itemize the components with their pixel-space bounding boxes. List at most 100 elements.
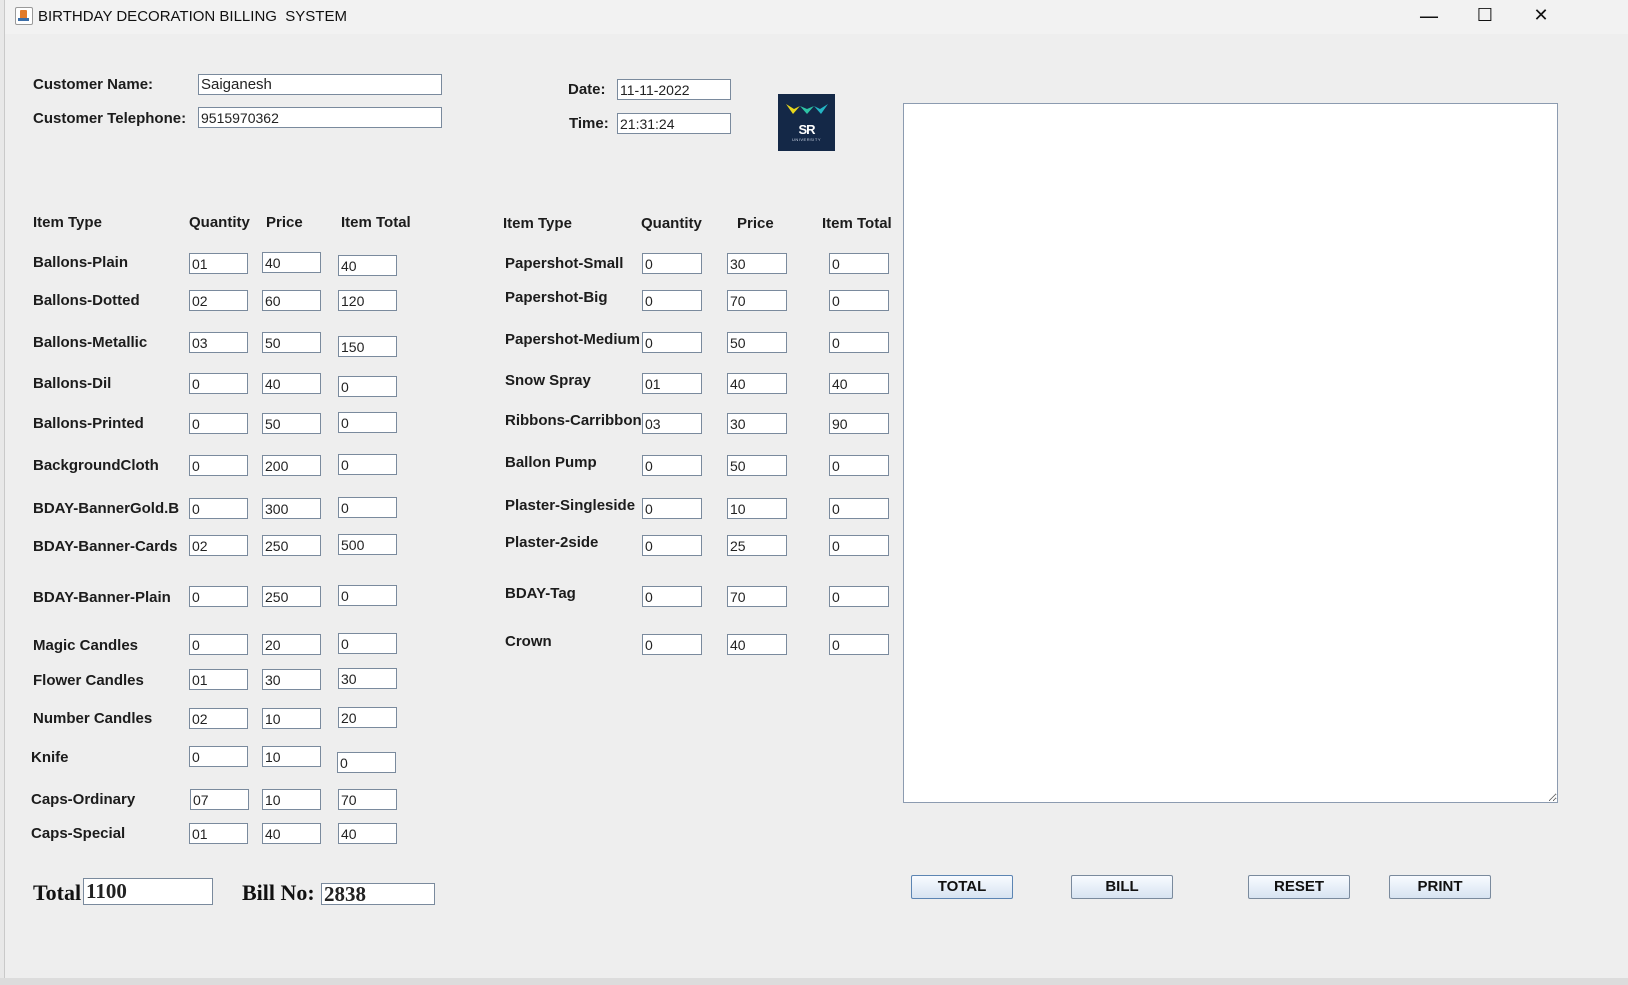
price-input[interactable] [262, 634, 321, 655]
item-total-input[interactable] [829, 535, 889, 556]
price-input[interactable] [262, 252, 321, 273]
item-total-input[interactable] [338, 454, 397, 475]
price-input[interactable] [262, 789, 321, 810]
price-input[interactable] [262, 669, 321, 690]
qty-input[interactable] [189, 669, 248, 690]
price-input[interactable] [262, 823, 321, 844]
minimize-icon[interactable]: — [1401, 0, 1457, 32]
qty-input[interactable] [189, 746, 248, 767]
qty-input[interactable] [189, 253, 248, 274]
qty-input[interactable] [642, 498, 702, 519]
item-total-input[interactable] [829, 253, 889, 274]
price-input[interactable] [262, 708, 321, 729]
qty-input[interactable] [189, 332, 248, 353]
bill-no-label: Bill No: [242, 880, 315, 905]
item-total-input[interactable] [338, 707, 397, 728]
total-amount-field[interactable] [83, 878, 213, 905]
item-total-input[interactable] [338, 668, 397, 689]
price-input[interactable] [262, 746, 321, 767]
close-icon[interactable]: ✕ [1513, 0, 1569, 32]
price-input[interactable] [727, 498, 787, 519]
item-label: BDAY-Banner-Cards [33, 538, 178, 555]
item-total-input[interactable] [338, 290, 397, 311]
qty-input[interactable] [642, 535, 702, 556]
item-total-input[interactable] [829, 634, 889, 655]
bill-button[interactable]: BILL [1071, 875, 1173, 899]
qty-input[interactable] [189, 455, 248, 476]
qty-input[interactable] [642, 586, 702, 607]
item-total-input[interactable] [829, 373, 889, 394]
price-input[interactable] [262, 413, 321, 434]
qty-input[interactable] [189, 373, 248, 394]
price-input[interactable] [727, 290, 787, 311]
price-input[interactable] [262, 535, 321, 556]
qty-input[interactable] [642, 253, 702, 274]
right-header-price: Price [737, 215, 774, 232]
qty-input[interactable] [189, 634, 248, 655]
price-input[interactable] [727, 253, 787, 274]
total-button[interactable]: TOTAL [911, 875, 1013, 899]
customer-phone-input[interactable] [198, 107, 442, 128]
price-input[interactable] [727, 455, 787, 476]
bill-text-area[interactable] [903, 103, 1558, 803]
java-app-icon [15, 7, 33, 25]
price-input[interactable] [262, 332, 321, 353]
qty-input[interactable] [642, 413, 702, 434]
qty-input[interactable] [189, 498, 248, 519]
customer-name-input[interactable] [198, 74, 442, 95]
qty-input[interactable] [189, 413, 248, 434]
item-total-input[interactable] [338, 633, 397, 654]
qty-input[interactable] [189, 823, 248, 844]
price-input[interactable] [262, 498, 321, 519]
qty-input[interactable] [642, 455, 702, 476]
item-total-input[interactable] [829, 332, 889, 353]
price-input[interactable] [727, 586, 787, 607]
qty-input[interactable] [189, 708, 248, 729]
price-input[interactable] [727, 634, 787, 655]
price-input[interactable] [727, 535, 787, 556]
item-total-input[interactable] [829, 498, 889, 519]
item-total-input[interactable] [338, 376, 397, 397]
item-total-input[interactable] [338, 823, 397, 844]
maximize-icon[interactable]: ☐ [1457, 0, 1513, 32]
qty-input[interactable] [642, 290, 702, 311]
bill-number-field[interactable] [321, 883, 435, 905]
item-total-input[interactable] [338, 255, 397, 276]
price-input[interactable] [262, 373, 321, 394]
item-total-input[interactable] [338, 585, 397, 606]
qty-input[interactable] [189, 535, 248, 556]
price-input[interactable] [262, 455, 321, 476]
price-input[interactable] [727, 413, 787, 434]
qty-input[interactable] [642, 634, 702, 655]
price-input[interactable] [262, 290, 321, 311]
item-label: Caps-Special [31, 825, 126, 842]
qty-input[interactable] [642, 373, 702, 394]
price-input[interactable] [262, 586, 321, 607]
item-total-input[interactable] [338, 534, 397, 555]
price-input[interactable] [727, 332, 787, 353]
item-total-input[interactable] [829, 290, 889, 311]
item-label: Papershot-Big [505, 289, 608, 306]
item-total-input[interactable] [337, 752, 396, 773]
item-label: Ribbons-Carribbon [505, 412, 642, 429]
item-total-input[interactable] [338, 789, 397, 810]
item-total-input[interactable] [338, 412, 397, 433]
date-field[interactable] [617, 79, 731, 100]
print-button[interactable]: PRINT [1389, 875, 1491, 899]
item-total-input[interactable] [829, 413, 889, 434]
qty-input[interactable] [642, 332, 702, 353]
time-field[interactable] [617, 113, 731, 134]
logo-center-wing-icon [800, 106, 814, 114]
item-total-input[interactable] [338, 336, 397, 357]
reset-button[interactable]: RESET [1248, 875, 1350, 899]
qty-input[interactable] [189, 290, 248, 311]
item-total-input[interactable] [338, 497, 397, 518]
price-input[interactable] [727, 373, 787, 394]
qty-input[interactable] [189, 586, 248, 607]
qty-input[interactable] [190, 789, 249, 810]
item-total-input[interactable] [829, 455, 889, 476]
item-label: Flower Candles [33, 672, 144, 689]
item-total-input[interactable] [829, 586, 889, 607]
main-window: BIRTHDAY DECORATION BILLING SYSTEM — ☐ ✕… [4, 0, 1628, 978]
item-label: Magic Candles [33, 637, 139, 654]
